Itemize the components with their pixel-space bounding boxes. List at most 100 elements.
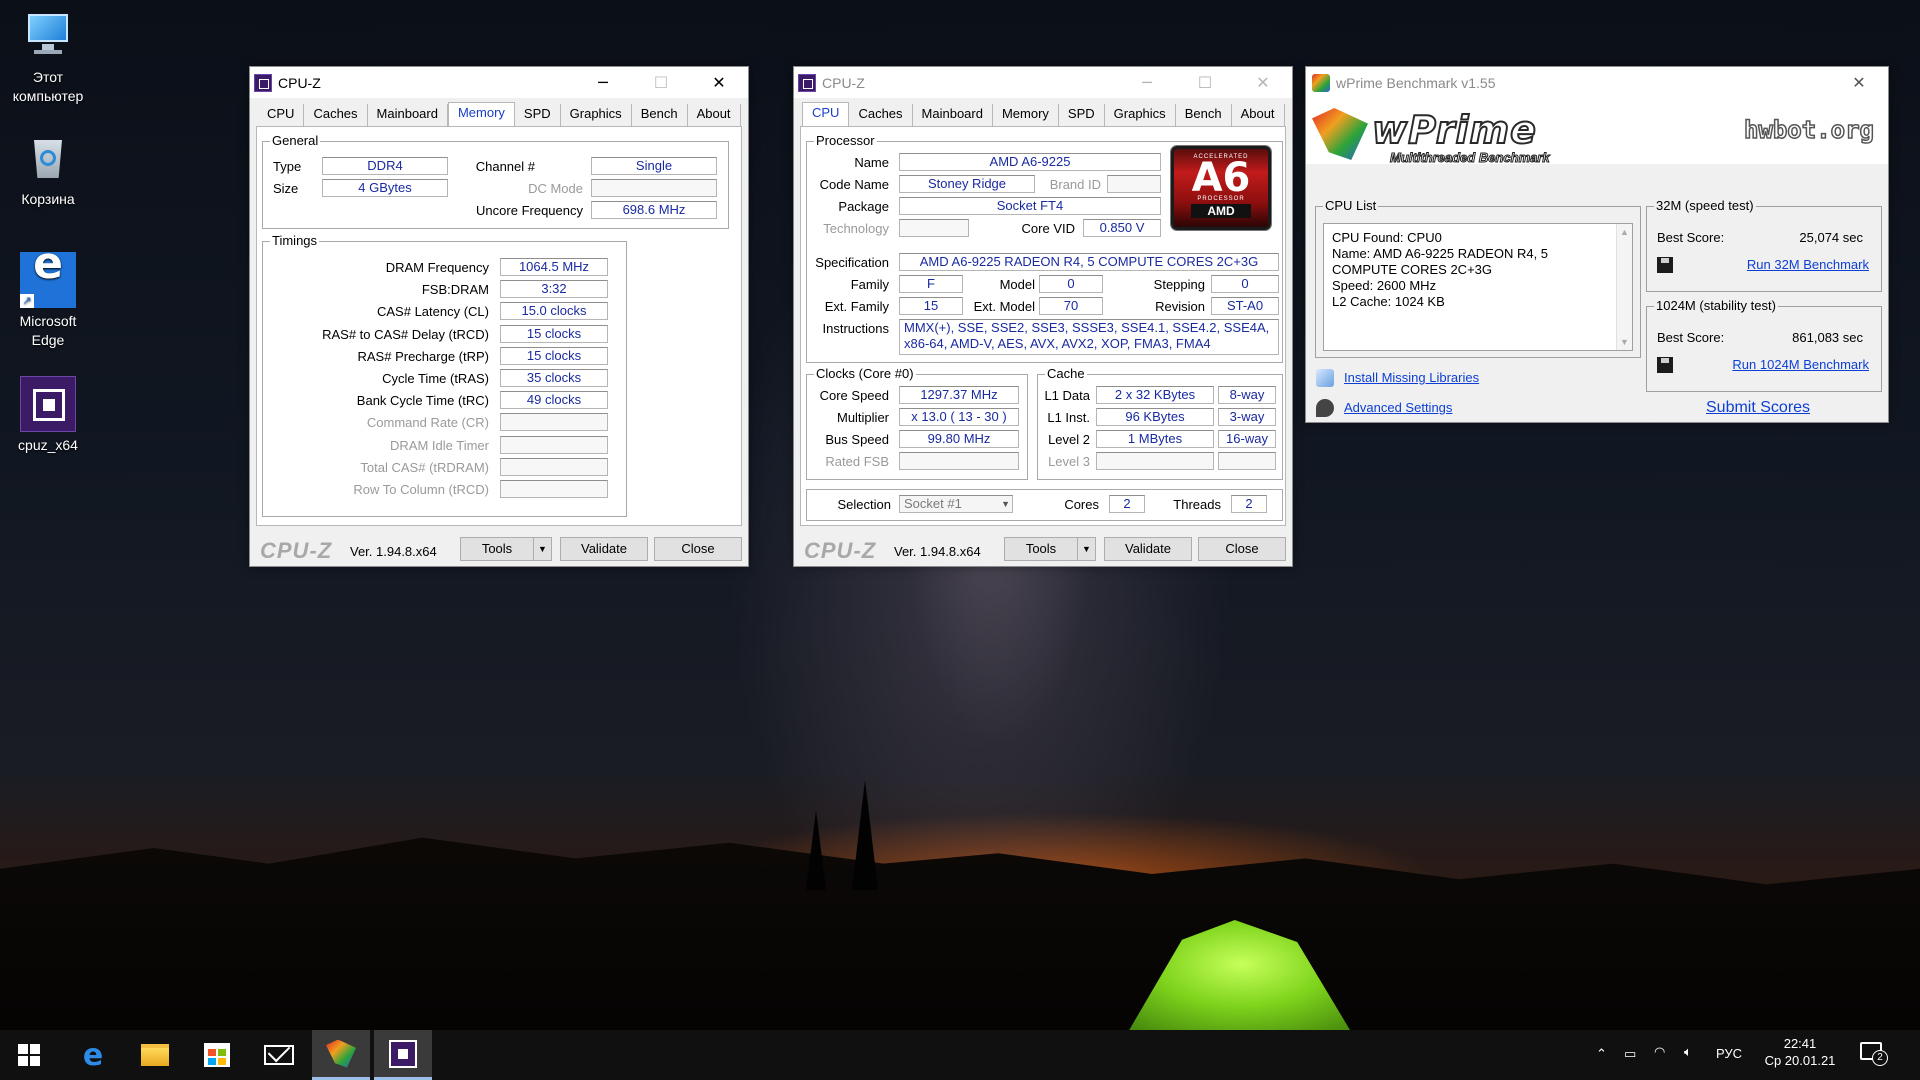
close-button[interactable]: Close [1198,537,1286,561]
run-1024m-link[interactable]: Run 1024M Benchmark [1732,357,1869,372]
instructions-label: Instructions [822,321,889,336]
hwbot-logo[interactable]: hwbot.org [1743,115,1875,145]
wprime-subtitle: Multithreaded Benchmark [1390,150,1551,166]
taskbar-mail[interactable] [250,1030,308,1080]
technology-value [899,219,969,237]
multiplier-value: x 13.0 ( 13 - 30 ) [899,408,1019,426]
desktop-icon-cpuz[interactable]: cpuz_x64 [2,376,94,455]
chevron-down-icon: ▼ [1001,499,1010,509]
brandid-value [1107,175,1161,193]
window-titlebar[interactable]: CPU-Z ─ ☐ ✕ [794,67,1292,98]
l1inst-label: L1 Inst. [1047,410,1090,425]
notification-count-badge: 2 [1872,1050,1888,1066]
name-label: Name [854,155,889,170]
minimize-button[interactable]: ─ [1118,67,1176,98]
tab-memory[interactable]: Memory [447,102,515,126]
uncore-frequency-label: Uncore Frequency [476,203,583,218]
language-indicator[interactable]: РУС [1716,1046,1742,1061]
tab-graphics[interactable]: Graphics [1104,104,1176,126]
tab-memory[interactable]: Memory [992,104,1059,126]
tab-spd[interactable]: SPD [514,104,561,126]
floppy-disk-icon[interactable] [1657,257,1673,273]
tab-about[interactable]: About [687,104,741,126]
desktop-icon-recycle-bin[interactable]: Корзина [2,130,94,209]
tab-bench[interactable]: Bench [1175,104,1232,126]
chevron-down-icon[interactable]: ▼ [1077,538,1095,560]
desktop-icon-edge[interactable]: e ↗ Microsoft Edge [2,242,94,350]
taskbar-cpuz[interactable] [374,1030,432,1080]
taskbar-explorer[interactable] [126,1030,184,1080]
dcmode-value [591,179,717,197]
minimize-button[interactable]: ─ [574,67,632,98]
timing-value: 49 clocks [500,391,608,410]
chevron-down-icon[interactable]: ▼ [533,538,551,560]
chevron-down-icon[interactable]: ▼ [1617,334,1632,350]
extmodel-value: 70 [1039,297,1103,315]
selection-dropdown[interactable]: Socket #1 ▼ [899,495,1013,513]
wifi-icon[interactable]: ◠ [1654,1044,1665,1060]
stepping-value: 0 [1211,275,1279,293]
window-titlebar[interactable]: wPrime Benchmark v1.55 ✕ [1306,67,1888,98]
close-button[interactable]: Close [654,537,742,561]
tab-strip: CPU Caches Mainboard Memory SPD Graphics… [250,98,748,126]
best-score-label: Best Score: [1657,230,1725,245]
l1data-label: L1 Data [1044,388,1090,403]
taskbar-store[interactable] [188,1030,246,1080]
show-hidden-icons-chevron-icon[interactable]: ⌃ [1596,1046,1607,1062]
cache-group: Cache L1 Data 2 x 32 KBytes 8-way L1 Ins… [1037,366,1283,480]
tab-cpu[interactable]: CPU [802,102,850,126]
group-title: CPU List [1323,198,1379,214]
specification-value: AMD A6-9225 RADEON R4, 5 COMPUTE CORES 2… [899,253,1279,271]
validate-button[interactable]: Validate [1104,537,1192,561]
tab-cpu[interactable]: CPU [258,104,305,126]
tools-button-label: Tools [1025,541,1057,556]
close-window-button[interactable]: ✕ [1234,67,1292,98]
tools-button[interactable]: Tools ▼ [460,537,552,561]
clock[interactable]: 22:41 Ср 20.01.21 [1762,1036,1838,1068]
install-libraries-link[interactable]: Install Missing Libraries [1344,370,1479,385]
taskbar-wprime[interactable] [312,1030,370,1080]
tab-mainboard[interactable]: Mainboard [912,104,993,126]
action-center-button[interactable]: 2 [1860,1042,1888,1066]
instructions-line: MMX(+), SSE, SSE2, SSE3, SSSE3, SSE4.1, … [904,320,1270,335]
selection-group: Selection Socket #1 ▼ Cores 2 Threads 2 [806,489,1283,521]
battery-icon[interactable]: ▭ [1624,1046,1636,1062]
advanced-settings-link[interactable]: Advanced Settings [1344,400,1452,415]
family-value: F [899,275,963,293]
validate-button[interactable]: Validate [560,537,648,561]
tab-mainboard[interactable]: Mainboard [367,104,448,126]
clock-date: Ср 20.01.21 [1764,1053,1836,1068]
volume-icon[interactable]: 🔈︎ [1684,1044,1692,1060]
close-window-button[interactable]: ✕ [690,67,748,98]
maximize-button[interactable]: ☐ [632,67,690,98]
chevron-up-icon[interactable]: ▲ [1617,224,1632,240]
start-button[interactable] [0,1030,58,1080]
tab-bench[interactable]: Bench [631,104,688,126]
tools-button[interactable]: Tools ▼ [1004,537,1096,561]
desktop-icon-this-pc[interactable]: Этот компьютер [2,8,94,106]
window-titlebar[interactable]: CPU-Z ─ ☐ ✕ [250,67,748,98]
taskbar-edge[interactable]: e [64,1030,122,1080]
close-window-button[interactable]: ✕ [1830,67,1888,98]
cpu-list[interactable]: CPU Found: CPU0 Name: AMD A6-9225 RADEON… [1323,223,1633,351]
tab-graphics[interactable]: Graphics [560,104,632,126]
timing-value [500,413,608,432]
cpu-list-line: L2 Cache: 1024 KB [1332,294,1445,309]
technology-label: Technology [823,221,889,236]
revision-value: ST-A0 [1211,297,1279,315]
floppy-disk-icon[interactable] [1657,357,1673,373]
tab-caches[interactable]: Caches [304,104,368,126]
maximize-button[interactable]: ☐ [1176,67,1234,98]
folder-icon [141,1044,169,1066]
package-label: Package [838,199,889,214]
scrollbar[interactable]: ▲ ▼ [1616,224,1632,350]
tab-spd[interactable]: SPD [1058,104,1105,126]
cpuz-footer: CPU-Z Ver. 1.94.8.x64 Tools ▼ Validate C… [250,532,748,566]
run-32m-link[interactable]: Run 32M Benchmark [1747,257,1869,272]
tab-about[interactable]: About [1231,104,1285,126]
instructions-line: x86-64, AMD-V, AES, AVX, AVX2, XOP, FMA3… [904,336,1211,351]
tab-caches[interactable]: Caches [849,104,913,126]
group-title: 1024M (stability test) [1654,298,1778,314]
edge-icon: e [82,1037,104,1073]
submit-scores-link[interactable]: Submit Scores [1706,399,1810,417]
